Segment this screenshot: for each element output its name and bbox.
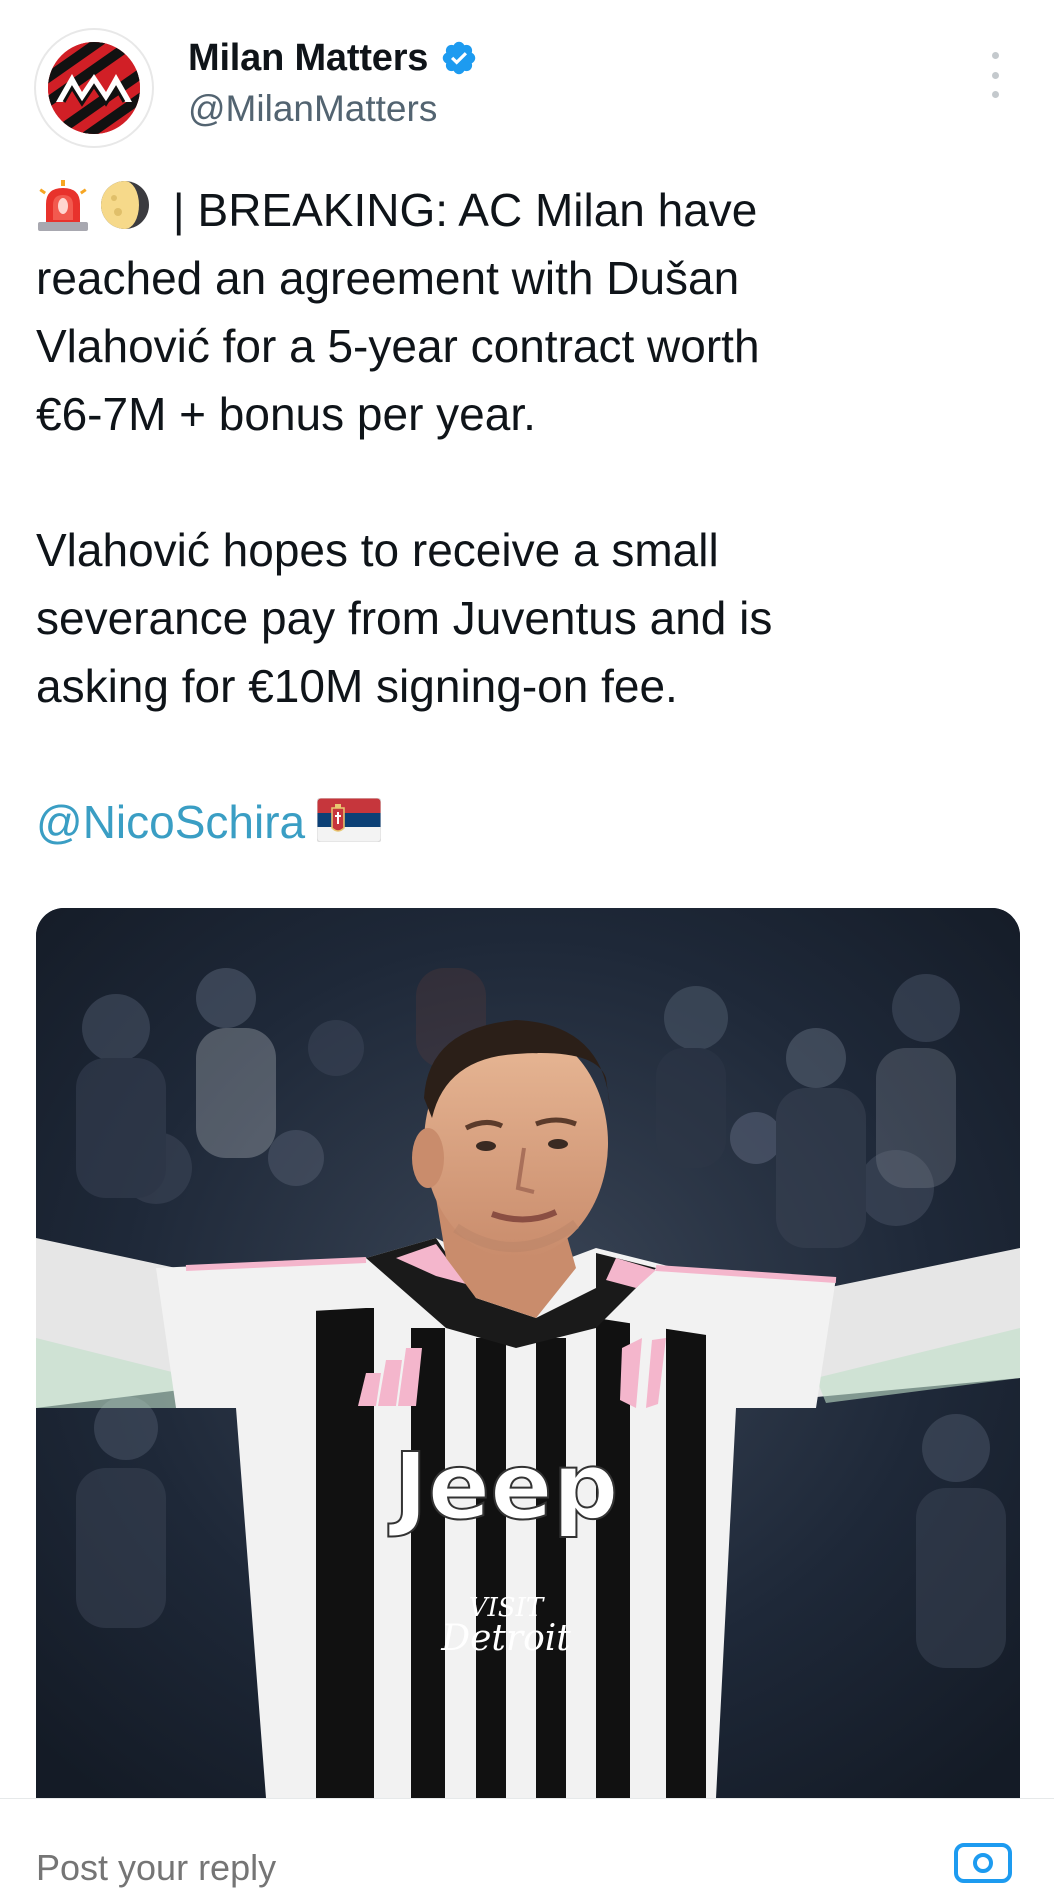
reply-bar xyxy=(0,1798,1054,1889)
tweet-line: reached an agreement with Dušan xyxy=(36,252,740,304)
more-dot xyxy=(991,71,999,79)
handle[interactable]: @MilanMatters xyxy=(188,88,437,130)
moon-emoji-icon xyxy=(98,178,152,232)
verified-badge-icon xyxy=(440,39,478,77)
display-name[interactable]: Milan Matters xyxy=(188,37,428,80)
avatar[interactable] xyxy=(36,30,152,146)
mention-line: @NicoSchira xyxy=(36,788,1026,856)
name-row: Milan Matters xyxy=(188,34,478,82)
jersey-sponsor: Jeep xyxy=(388,1433,619,1540)
tweet-line: asking for €10M signing-on fee. xyxy=(36,660,678,712)
tweet-header: Milan Matters @MilanMatters xyxy=(0,0,1054,150)
tweet-line: €6-7M + bonus per year. xyxy=(36,388,536,440)
tweet-line: Vlahović hopes to receive a small xyxy=(36,524,719,576)
player-photo: Jeep VISIT Detroit xyxy=(36,908,1020,1798)
jersey-sub-text-2: Detroit xyxy=(440,1618,571,1659)
camera-icon[interactable] xyxy=(954,1843,1012,1883)
siren-emoji-icon xyxy=(36,180,90,232)
more-options-button[interactable] xyxy=(980,52,1010,98)
more-dot xyxy=(991,91,999,98)
tweet-line: Vlahović for a 5-year contract worth xyxy=(36,320,760,372)
reply-input[interactable] xyxy=(36,1847,836,1889)
tweet-line-text: | BREAKING: AC Milan have xyxy=(160,184,758,236)
tweet-line: | BREAKING: AC Milan have xyxy=(36,176,1026,244)
more-vertical-icon xyxy=(991,52,999,59)
milan-matters-logo-icon xyxy=(38,32,150,144)
tweet-text: | BREAKING: AC Milan have reached an agr… xyxy=(36,176,1026,856)
tweet-line: severance pay from Juventus and is xyxy=(36,592,773,644)
mention-link[interactable]: @NicoSchira xyxy=(36,796,305,848)
serbia-flag-emoji-icon xyxy=(317,798,382,842)
tweet-photo[interactable]: Jeep VISIT Detroit xyxy=(36,908,1020,1798)
